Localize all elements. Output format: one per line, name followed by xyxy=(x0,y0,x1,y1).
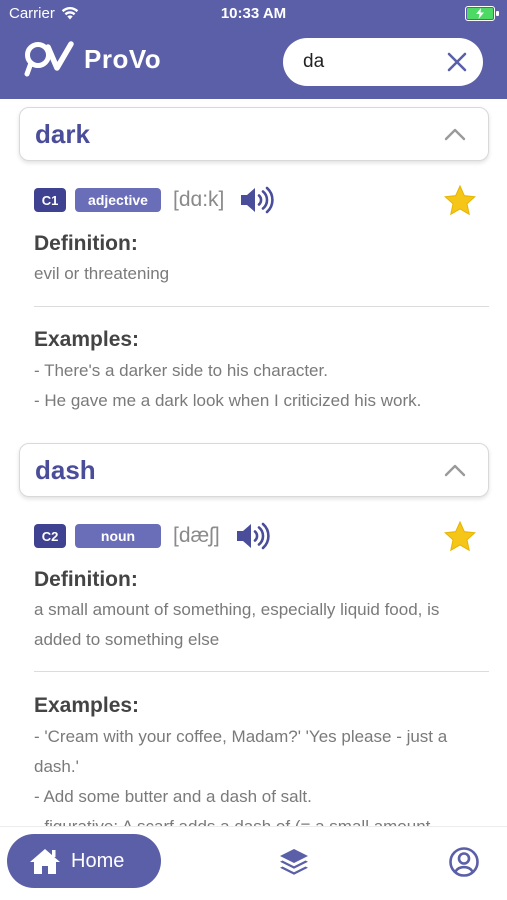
charging-bolt-icon xyxy=(476,8,484,19)
app-name: ProVo xyxy=(84,43,162,74)
favorite-star-icon[interactable] xyxy=(444,521,476,552)
status-bar: Carrier 10:33 AM xyxy=(0,0,507,28)
pronunciation: [dæʃ] xyxy=(173,524,220,547)
favorite-star-icon[interactable] xyxy=(444,185,476,216)
definition-label: Definition: xyxy=(34,568,138,591)
brand: ProVo xyxy=(24,41,161,77)
entry-header-dash[interactable]: dash xyxy=(19,443,489,497)
divider xyxy=(34,306,489,307)
example-line: - He gave me a dark look when I criticiz… xyxy=(34,391,422,410)
example-line: - There's a darker side to his character… xyxy=(34,361,328,380)
play-pronunciation-button[interactable] xyxy=(236,522,270,550)
definition-label: Definition: xyxy=(34,232,138,255)
app-header: Carrier 10:33 AM ProVo xyxy=(0,0,507,99)
entry-meta: C2 noun [dæʃ] xyxy=(34,522,270,550)
part-of-speech-badge: adjective xyxy=(75,188,161,212)
definition-text: evil or threatening xyxy=(34,264,170,283)
examples-label: Examples: xyxy=(34,328,140,351)
profile-icon[interactable] xyxy=(448,846,480,878)
battery-icon xyxy=(465,6,499,21)
provo-logo-icon xyxy=(24,41,74,77)
example-line: - Add some butter and a dash of salt. xyxy=(34,787,312,806)
search-bar xyxy=(283,38,483,86)
close-icon xyxy=(447,52,467,72)
divider xyxy=(34,671,489,672)
entry-word: dash xyxy=(35,454,96,485)
pronunciation: [dɑ:k] xyxy=(173,188,225,211)
home-icon xyxy=(30,849,60,874)
example-line: - 'Cream with your coffee, Madam?' 'Yes … xyxy=(34,727,448,776)
results-list: dark C1 adjective [dɑ:k] Definition: evi… xyxy=(0,99,507,826)
speaker-icon xyxy=(236,522,270,550)
entry-meta: C1 adjective [dɑ:k] xyxy=(34,186,275,214)
speaker-icon xyxy=(241,186,275,214)
tab-home[interactable]: Home xyxy=(7,834,161,888)
level-badge: C1 xyxy=(34,188,66,212)
tab-home-label: Home xyxy=(71,849,125,872)
level-badge: C2 xyxy=(34,524,66,548)
clear-search-button[interactable] xyxy=(445,50,469,74)
layers-icon[interactable] xyxy=(278,846,310,878)
chevron-up-icon xyxy=(444,464,466,477)
entry-word: dark xyxy=(35,118,90,149)
chevron-up-icon xyxy=(444,128,466,141)
part-of-speech-badge: noun xyxy=(75,524,161,548)
clock: 10:33 AM xyxy=(220,5,287,22)
entry-header-dark[interactable]: dark xyxy=(19,107,489,161)
example-line: - figurative: A scarf adds a dash of (= … xyxy=(34,812,489,826)
search-input[interactable] xyxy=(303,51,443,73)
definition-text: a small amount of something, especially … xyxy=(34,600,440,649)
play-pronunciation-button[interactable] xyxy=(240,186,275,214)
bottom-tab-bar: Home xyxy=(0,826,507,900)
examples-label: Examples: xyxy=(34,694,140,717)
